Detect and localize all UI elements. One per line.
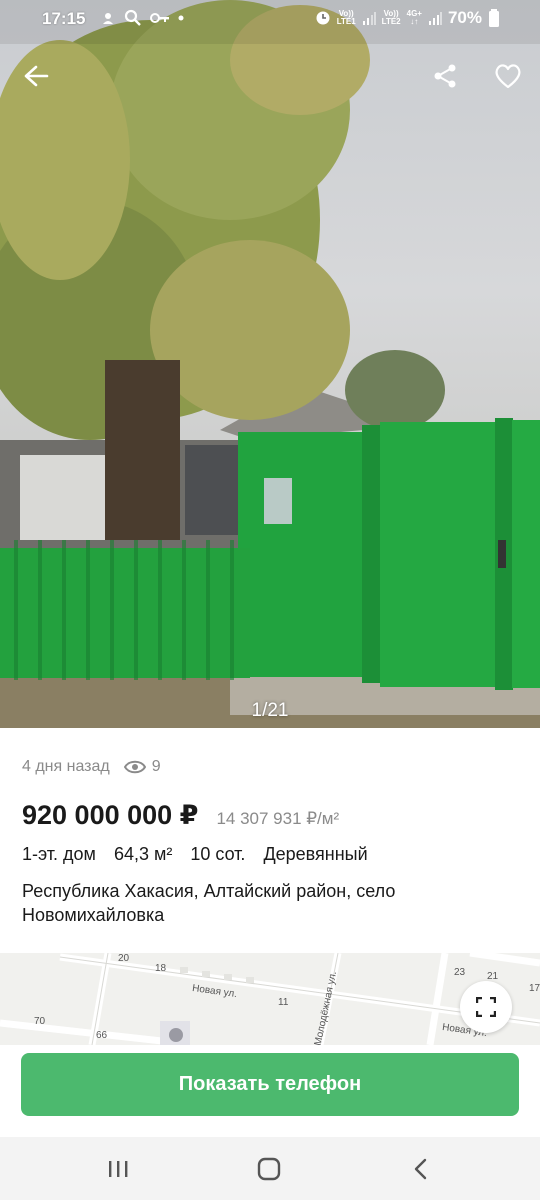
param-floors: 1-эт. дом bbox=[22, 844, 96, 864]
recent-apps-button[interactable] bbox=[100, 1153, 136, 1185]
price: 920 000 000 ₽ bbox=[22, 800, 199, 830]
map-label-23: 23 bbox=[454, 967, 466, 978]
meta-row: 4 дня назад 9 bbox=[22, 758, 161, 776]
sim2-text: LTE2 bbox=[381, 17, 401, 26]
status-system-icons: Vo)) LTE1 Vo)) LTE2 4G+ ↓↑ 70% bbox=[315, 8, 500, 28]
map-label-11: 11 bbox=[278, 997, 289, 1008]
map-preview[interactable]: 20 18 11 23 21 17 70 66 Новая ул. Молодё… bbox=[0, 953, 540, 1045]
price-row: 920 000 000 ₽ 14 307 931 ₽/м² bbox=[22, 800, 339, 831]
map-label-17: 17 bbox=[529, 983, 540, 994]
expand-icon bbox=[476, 997, 496, 1017]
share-icon bbox=[434, 64, 456, 88]
battery-percent: 70% bbox=[447, 8, 482, 27]
map-expand-button[interactable] bbox=[460, 981, 512, 1033]
alarm-icon bbox=[316, 11, 330, 25]
signal1-icon bbox=[362, 12, 376, 25]
listing-details: 4 дня назад 9 920 000 000 ₽ 14 307 931 ₽… bbox=[0, 728, 540, 953]
system-nav-bar bbox=[0, 1137, 540, 1200]
back-button[interactable] bbox=[18, 58, 54, 94]
price-per-m2: 14 307 931 ₽/м² bbox=[216, 809, 340, 828]
sim1-label: Vo)) LTE1 bbox=[337, 10, 356, 26]
back-arrow-icon bbox=[24, 65, 49, 87]
battery-icon bbox=[489, 9, 499, 27]
home-icon bbox=[257, 1157, 281, 1181]
heart-icon bbox=[495, 64, 521, 89]
sim2-label: Vo)) LTE2 bbox=[382, 10, 401, 26]
sim1-text: LTE1 bbox=[336, 17, 356, 26]
chevron-left-icon bbox=[414, 1158, 427, 1180]
eye-icon bbox=[123, 760, 146, 774]
notification-app-icon bbox=[103, 13, 113, 24]
show-phone-button[interactable]: Показать телефон bbox=[21, 1053, 519, 1116]
status-time: 17:15 bbox=[42, 9, 86, 28]
map-label-20: 20 bbox=[118, 953, 130, 964]
favorite-button[interactable] bbox=[490, 58, 526, 94]
back-nav-button[interactable] bbox=[403, 1153, 439, 1185]
home-button[interactable] bbox=[251, 1153, 287, 1185]
screen: 17:15 Vo)) LTE1 Vo)) LTE2 4G+ ↓↑ 70% 1/2… bbox=[0, 0, 540, 1200]
search-icon bbox=[124, 9, 141, 26]
recent-apps-icon bbox=[109, 1161, 128, 1177]
photo-counter: 1/21 bbox=[251, 700, 289, 721]
map-label-18: 18 bbox=[155, 963, 167, 974]
views-count: 9 bbox=[123, 758, 161, 776]
share-button[interactable] bbox=[427, 58, 463, 94]
map-label-70: 70 bbox=[34, 1016, 46, 1027]
param-material: Деревянный bbox=[263, 844, 368, 864]
status-notification-icons bbox=[100, 9, 184, 27]
map-label-66: 66 bbox=[96, 1030, 108, 1041]
action-area: Показать телефон bbox=[0, 1045, 540, 1137]
key-icon bbox=[150, 13, 169, 23]
param-area: 64,3 м² bbox=[113, 844, 173, 864]
views-number: 9 bbox=[151, 758, 161, 775]
param-land: 10 сот. bbox=[190, 844, 246, 864]
posted-date: 4 дня назад bbox=[22, 758, 110, 775]
network-label: 4G+ ↓↑ bbox=[406, 9, 422, 26]
status-bar: 17:15 Vo)) LTE1 Vo)) LTE2 4G+ ↓↑ 70% bbox=[0, 0, 540, 40]
photo-scene bbox=[0, 0, 540, 728]
dot-icon bbox=[178, 15, 184, 21]
signal2-icon bbox=[428, 12, 442, 25]
listing-photo[interactable]: 17:15 Vo)) LTE1 Vo)) LTE2 4G+ ↓↑ 70% 1/2… bbox=[0, 0, 540, 728]
address: Республика Хакасия, Алтайский район, сел… bbox=[22, 881, 396, 925]
listing-params: 1-эт. дом 64,3 м² 10 сот. Деревянный bbox=[22, 844, 386, 865]
